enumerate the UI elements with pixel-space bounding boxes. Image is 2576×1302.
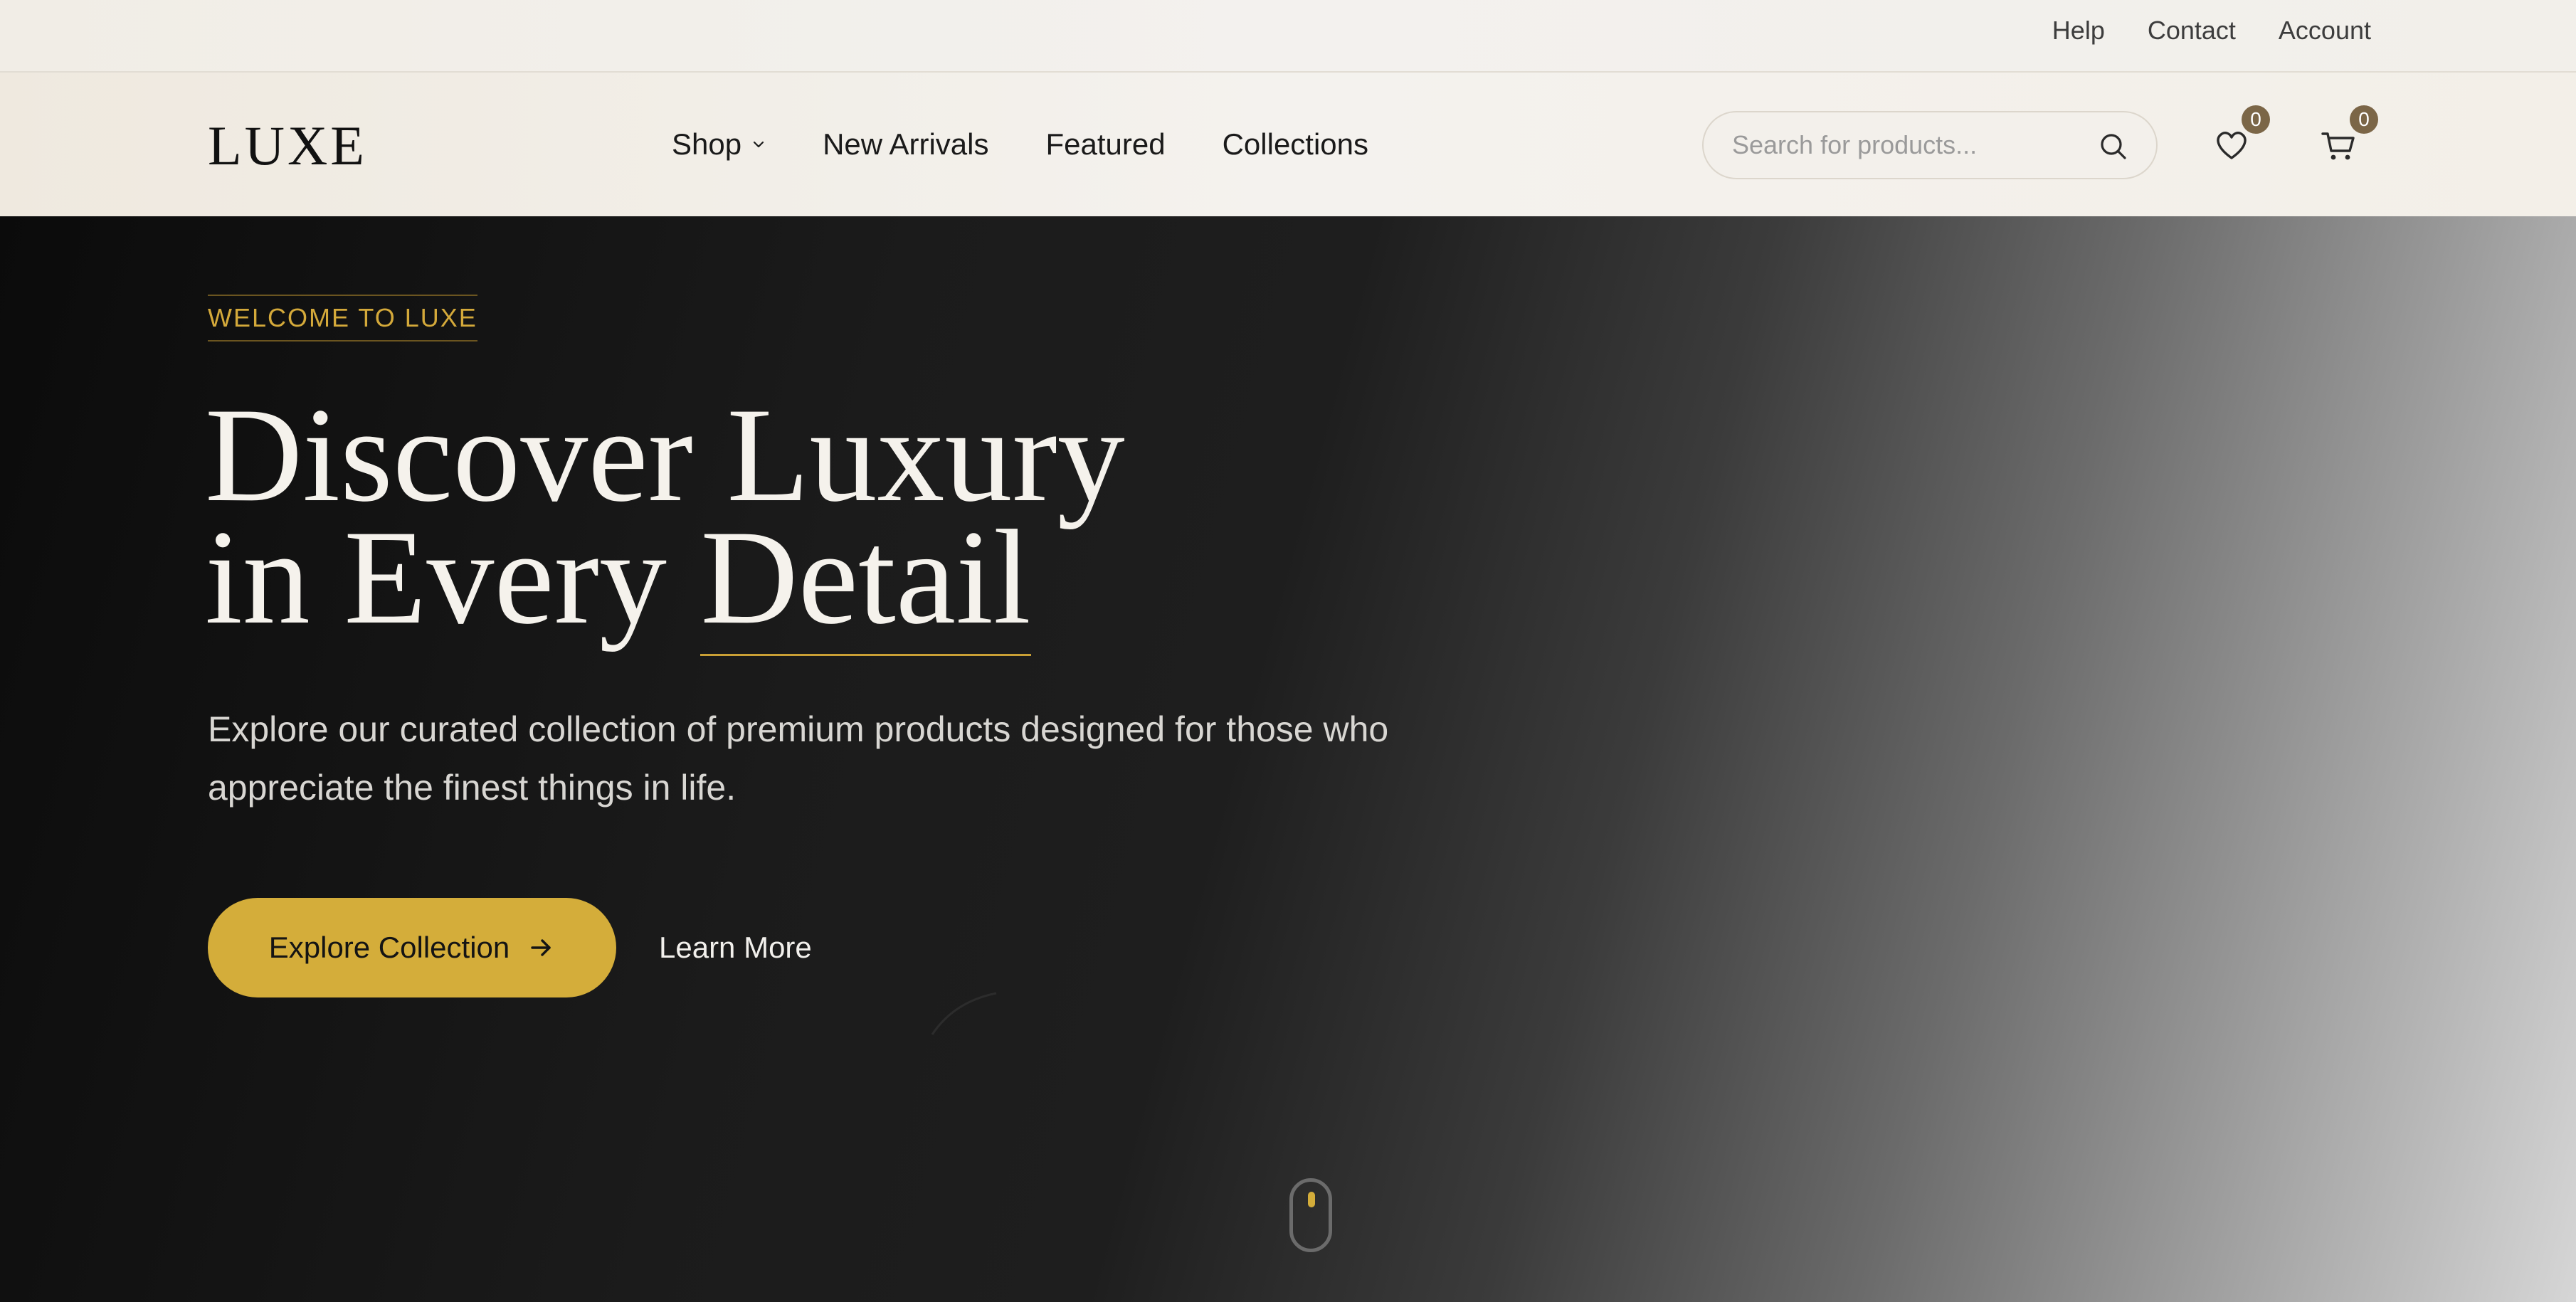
help-link[interactable]: Help bbox=[2052, 16, 2105, 46]
cart-count-badge: 0 bbox=[2350, 105, 2378, 134]
hero-subtitle: Explore our curated collection of premiu… bbox=[208, 709, 1389, 808]
explore-collection-button[interactable]: Explore Collection bbox=[208, 898, 616, 997]
search-icon[interactable] bbox=[2098, 131, 2129, 162]
utility-links: Help Contact Account bbox=[2052, 0, 2371, 61]
mouse-scroll-icon[interactable] bbox=[1289, 1178, 1332, 1252]
main-nav: Shop New Arrivals Featured Collections bbox=[672, 73, 1368, 216]
decorative-stroke bbox=[931, 992, 997, 1035]
logo[interactable]: LUXE bbox=[208, 114, 367, 178]
search-box bbox=[1702, 111, 2158, 179]
scroll-indicator-dot bbox=[1308, 1192, 1315, 1207]
hero-title-emphasis: Detail bbox=[700, 503, 1031, 656]
nav-item-shop[interactable]: Shop bbox=[672, 127, 766, 162]
chevron-down-icon bbox=[753, 141, 764, 148]
utility-bar: Help Contact Account bbox=[0, 0, 2576, 73]
hero-tagline: WELCOME TO LUXE bbox=[208, 295, 477, 342]
search-input[interactable] bbox=[1732, 130, 2088, 160]
nav-item-collections[interactable]: Collections bbox=[1223, 127, 1368, 162]
account-link[interactable]: Account bbox=[2279, 16, 2371, 46]
contact-link[interactable]: Contact bbox=[2148, 16, 2236, 46]
hero-title-line-2: in Every bbox=[205, 503, 701, 652]
arrow-right-icon bbox=[531, 939, 551, 956]
hero-section: WELCOME TO LUXE Discover Luxury in Every… bbox=[0, 216, 2576, 1302]
cta-label: Explore Collection bbox=[268, 931, 510, 964]
wishlist-count-badge: 0 bbox=[2242, 105, 2270, 134]
hero-title: Discover Luxury in Every Detail bbox=[205, 388, 1486, 656]
cart-icon[interactable] bbox=[2317, 124, 2360, 166]
nav-item-label: Shop bbox=[672, 127, 742, 161]
nav-item-featured[interactable]: Featured bbox=[1045, 127, 1165, 162]
learn-more-link[interactable]: Learn More bbox=[659, 931, 812, 965]
nav-item-new-arrivals[interactable]: New Arrivals bbox=[823, 127, 988, 162]
main-header: LUXE Shop New Arrivals Featured Collecti… bbox=[0, 73, 2576, 216]
